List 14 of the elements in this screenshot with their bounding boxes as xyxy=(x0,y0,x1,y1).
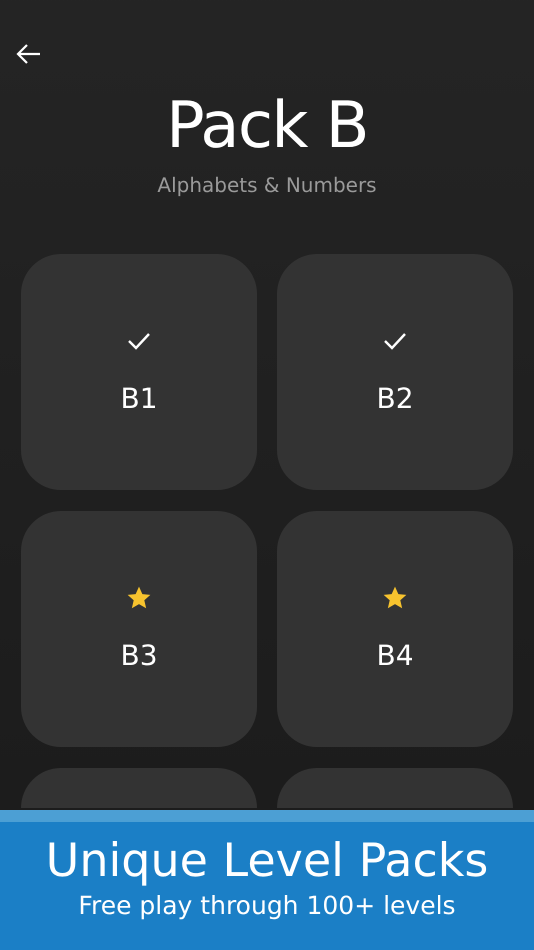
star-icon xyxy=(382,585,408,611)
page-title: Pack B xyxy=(166,90,368,162)
level-card[interactable]: B3 xyxy=(21,511,257,747)
level-label: B3 xyxy=(120,638,158,674)
level-label: B4 xyxy=(376,638,414,674)
banner-subtitle: Free play through 100+ levels xyxy=(78,890,456,922)
level-label: B1 xyxy=(120,381,158,417)
level-label: B2 xyxy=(376,381,414,417)
banner-title: Unique Level Packs xyxy=(46,832,488,888)
level-card[interactable]: B2 xyxy=(277,254,513,490)
level-card[interactable]: B1 xyxy=(21,254,257,490)
pack-subtitle: Alphabets & Numbers xyxy=(157,172,377,199)
level-card[interactable]: B4 xyxy=(277,511,513,747)
star-icon xyxy=(126,585,152,611)
